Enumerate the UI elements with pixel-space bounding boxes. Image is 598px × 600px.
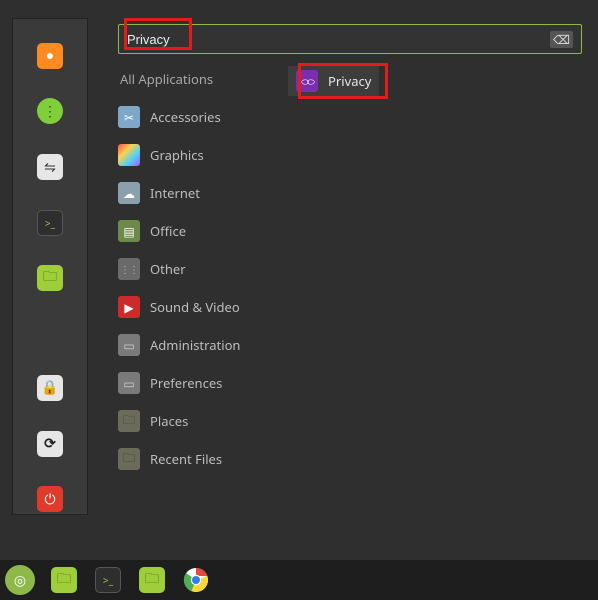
lock-icon: 🔒 — [37, 375, 63, 401]
recent-icon: 🗀 — [118, 448, 140, 470]
firefox-icon: ● — [37, 43, 63, 69]
office-icon: ▤ — [118, 220, 140, 242]
search-field[interactable]: ⌫ — [118, 24, 582, 54]
category-label: Preferences — [150, 374, 222, 392]
result-label: Privacy — [328, 72, 371, 90]
category-header-label: All Applications — [120, 70, 213, 88]
category-label: Places — [150, 412, 188, 430]
result-privacy[interactable]: ⬭⬭ Privacy — [288, 66, 379, 96]
category-internet[interactable]: ☁ Internet — [118, 180, 278, 206]
clear-search-icon[interactable]: ⌫ — [550, 31, 573, 48]
category-administration[interactable]: ▭ Administration — [118, 332, 278, 358]
terminal-icon: >_ — [37, 210, 63, 236]
sound-video-icon: ▶ — [118, 296, 140, 318]
mint-menu: ● ⋮⋮⋮ ⇋ >_ 🗀 🔒 ⟳ ⏻ ⌫ All Applications ✂ … — [12, 18, 588, 515]
category-office[interactable]: ▤ Office — [118, 218, 278, 244]
category-label: Other — [150, 260, 186, 278]
files-icon: 🗀 — [37, 265, 63, 291]
taskbar-mint-menu[interactable]: ◎ — [4, 564, 36, 596]
apps-icon: ⋮⋮⋮ — [37, 98, 63, 124]
administration-icon: ▭ — [118, 334, 140, 356]
category-label: Accessories — [150, 108, 221, 126]
category-preferences[interactable]: ▭ Preferences — [118, 370, 278, 396]
folder-icon: 🗀 — [51, 567, 77, 593]
fav-power[interactable]: ⏻ — [35, 484, 65, 514]
chrome-icon — [183, 567, 209, 593]
fav-restart[interactable]: ⟳ — [35, 429, 65, 459]
fav-lock[interactable]: 🔒 — [35, 373, 65, 403]
category-other[interactable]: ⋮⋮ Other — [118, 256, 278, 282]
search-input[interactable] — [127, 32, 550, 47]
taskbar-files-2[interactable]: 🗀 — [136, 564, 168, 596]
favorites-rail: ● ⋮⋮⋮ ⇋ >_ 🗀 🔒 ⟳ ⏻ — [12, 18, 88, 515]
menu-content: All Applications ✂ Accessories Graphics … — [118, 66, 582, 472]
accessories-icon: ✂ — [118, 106, 140, 128]
taskbar: ◎ 🗀 >_ 🗀 — [0, 560, 598, 600]
taskbar-chrome[interactable] — [180, 564, 212, 596]
category-accessories[interactable]: ✂ Accessories — [118, 104, 278, 130]
category-label: Sound & Video — [150, 298, 240, 316]
fav-settings-switch[interactable]: ⇋ — [35, 152, 65, 182]
results-list: ⬭⬭ Privacy — [278, 66, 582, 472]
category-label: Recent Files — [150, 450, 222, 468]
category-recent-files[interactable]: 🗀 Recent Files — [118, 446, 278, 472]
fav-files[interactable]: 🗀 — [35, 264, 65, 294]
taskbar-files[interactable]: 🗀 — [48, 564, 80, 596]
category-label: Administration — [150, 336, 240, 354]
category-sound-video[interactable]: ▶ Sound & Video — [118, 294, 278, 320]
switch-icon: ⇋ — [37, 154, 63, 180]
other-icon: ⋮⋮ — [118, 258, 140, 280]
places-icon: 🗀 — [118, 410, 140, 432]
internet-icon: ☁ — [118, 182, 140, 204]
restart-icon: ⟳ — [37, 431, 63, 457]
category-all-applications[interactable]: All Applications — [118, 66, 278, 92]
categories-list: All Applications ✂ Accessories Graphics … — [118, 66, 278, 472]
fav-terminal[interactable]: >_ — [35, 208, 65, 238]
menu-right-panel: ⌫ All Applications ✂ Accessories Graphic… — [88, 18, 588, 515]
graphics-icon — [118, 144, 140, 166]
fav-apps[interactable]: ⋮⋮⋮ — [35, 97, 65, 127]
preferences-icon: ▭ — [118, 372, 140, 394]
category-label: Graphics — [150, 146, 204, 164]
fav-firefox[interactable]: ● — [35, 41, 65, 71]
mint-logo-icon: ◎ — [5, 565, 35, 595]
category-places[interactable]: 🗀 Places — [118, 408, 278, 434]
power-icon: ⏻ — [37, 486, 63, 512]
folder-icon: 🗀 — [139, 567, 165, 593]
category-graphics[interactable]: Graphics — [118, 142, 278, 168]
taskbar-terminal[interactable]: >_ — [92, 564, 124, 596]
category-label: Office — [150, 222, 186, 240]
category-label: Internet — [150, 184, 200, 202]
privacy-icon: ⬭⬭ — [296, 70, 318, 92]
terminal-icon: >_ — [95, 567, 121, 593]
